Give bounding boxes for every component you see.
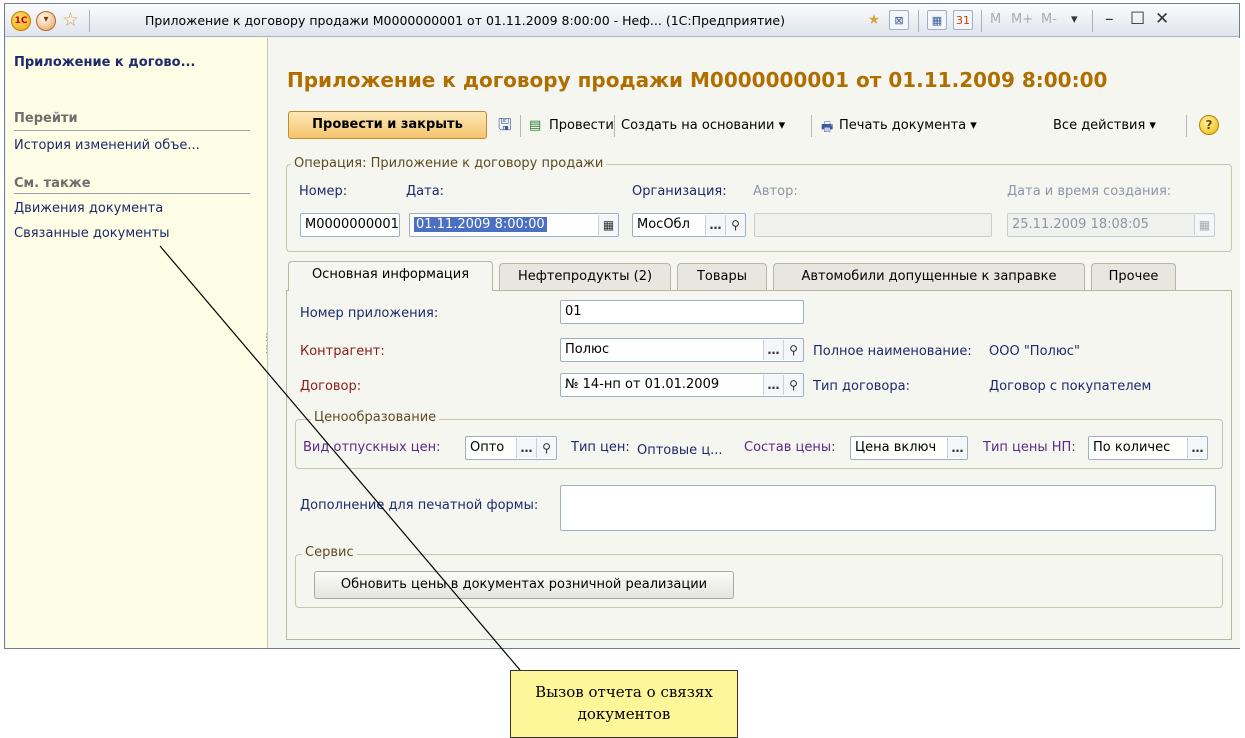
callout-note: Вызов отчета о связях документов	[510, 670, 738, 738]
callout-line	[159, 245, 521, 671]
tab-main-info[interactable]: Основная информация	[288, 261, 493, 291]
callout-pointer	[159, 245, 521, 671]
